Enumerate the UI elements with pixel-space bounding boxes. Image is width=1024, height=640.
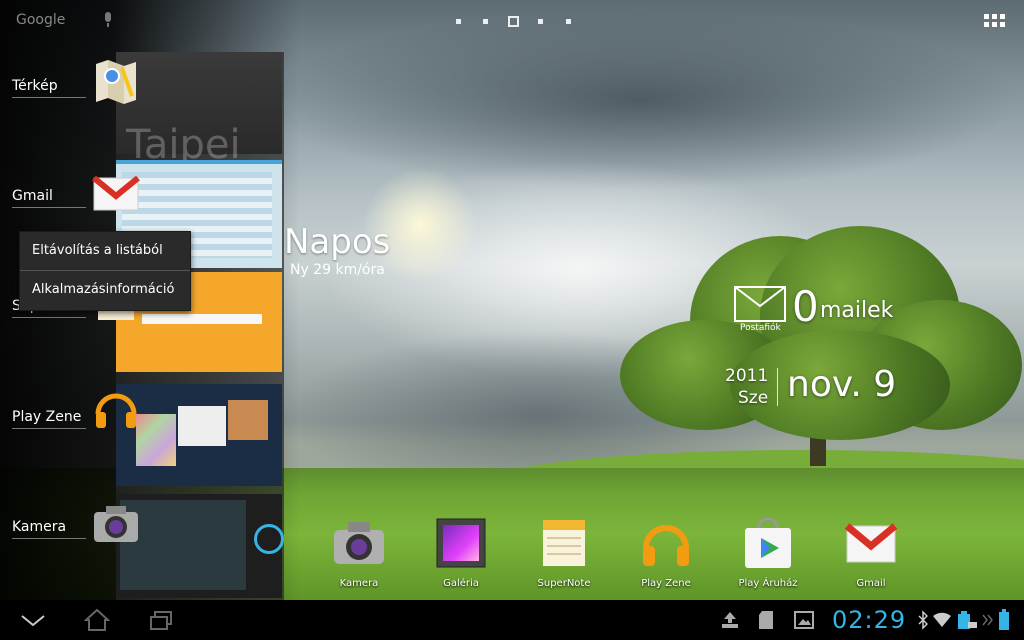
date-weekday: Sze	[738, 388, 769, 408]
dock-app-label: Play Zene	[641, 578, 691, 589]
recent-thumbnail-maps[interactable]: Taipei	[116, 52, 282, 168]
date-year: 2011	[725, 366, 769, 386]
play-music-icon	[643, 525, 689, 566]
battery-icon	[999, 609, 1009, 630]
page-dot[interactable]	[456, 19, 461, 24]
more-chevron-icon	[982, 614, 993, 626]
weather-wind: Ny 29 km/óra	[290, 262, 385, 278]
sd-card-icon[interactable]	[758, 610, 774, 630]
remove-from-list-menu-item[interactable]: Eltávolítás a listából	[20, 232, 190, 270]
camera-icon	[334, 522, 384, 564]
dock-app-supernote[interactable]: SuperNote	[524, 516, 604, 589]
play-music-icon[interactable]	[92, 386, 140, 434]
all-apps-grid-icon[interactable]	[984, 14, 1006, 30]
bluetooth-icon	[918, 610, 928, 630]
dock-app-label: Play Áruház	[738, 578, 798, 589]
recent-app-label[interactable]: Térkép	[12, 78, 86, 98]
page-dot[interactable]	[538, 19, 543, 24]
envelope-icon[interactable]	[734, 286, 786, 322]
dock-app-play-music[interactable]: Play Zene	[626, 516, 706, 589]
dock-app-label: Galéria	[443, 578, 479, 589]
dock-app-label: SuperNote	[537, 578, 591, 589]
recent-thumbnail-camera[interactable]	[116, 494, 284, 598]
dock-app-label: Gmail	[856, 578, 886, 589]
home-icon[interactable]	[84, 608, 110, 632]
play-store-icon	[745, 517, 791, 568]
supernote-dialog-preview	[142, 314, 262, 324]
email-count[interactable]: 0	[792, 282, 819, 331]
download-notification-icon[interactable]	[720, 610, 740, 630]
recent-app-label[interactable]: Gmail	[12, 188, 86, 208]
album-art	[228, 400, 268, 440]
album-art	[136, 414, 176, 466]
home-page-indicator	[456, 16, 572, 28]
maps-icon[interactable]	[92, 58, 140, 106]
dock-app-camera[interactable]: Kamera	[319, 516, 399, 589]
email-label: mailek	[820, 298, 894, 323]
shutter-button	[254, 524, 284, 554]
context-menu: Eltávolítás a listából Alkalmazásinformá…	[19, 231, 191, 311]
dock-app-gallery[interactable]: Galéria	[421, 516, 501, 589]
keyboard-dock-icon	[958, 611, 977, 629]
weather-condition[interactable]: Napos	[284, 222, 390, 262]
page-dot-current[interactable]	[508, 16, 519, 27]
dock-app-gmail[interactable]: Gmail	[831, 516, 911, 589]
status-clock[interactable]: 02:29	[832, 606, 906, 634]
album-art	[178, 406, 226, 446]
recent-app-label[interactable]: Play Zene	[12, 409, 86, 429]
supernote-icon	[543, 520, 585, 566]
screenshot-icon[interactable]	[794, 611, 814, 629]
gmail-icon	[844, 523, 898, 563]
recent-thumbnail-play-music[interactable]	[116, 384, 282, 486]
page-dot[interactable]	[483, 19, 488, 24]
date-divider	[777, 368, 778, 406]
dock-app-label: Kamera	[339, 578, 379, 589]
gallery-icon	[436, 518, 486, 568]
google-search-label[interactable]: Google	[16, 12, 65, 28]
hide-keyboard-chevron-icon[interactable]	[20, 612, 46, 628]
recent-apps-icon[interactable]	[148, 610, 174, 632]
dock-app-play-store[interactable]: Play Áruház	[728, 516, 808, 589]
app-info-menu-item[interactable]: Alkalmazásinformáció	[20, 271, 190, 309]
camera-icon[interactable]	[92, 500, 140, 548]
page-dot[interactable]	[566, 19, 571, 24]
email-inbox-label: Postafiók	[740, 323, 781, 333]
date-day[interactable]: nov. 9	[787, 364, 896, 405]
microphone-icon[interactable]	[102, 12, 114, 28]
wifi-icon	[933, 612, 951, 627]
recent-app-label[interactable]: Kamera	[12, 519, 86, 539]
gmail-icon[interactable]	[92, 170, 140, 218]
